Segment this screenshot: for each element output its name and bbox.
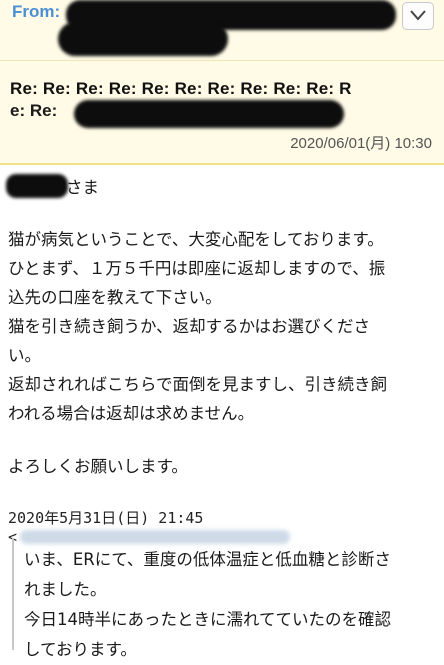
quote-line: 今日14時半にあったときに濡れてていたのを確認 — [24, 610, 392, 629]
message-header: From: Re: Re: Re: Re: Re: Re: Re: Re: Re… — [0, 0, 444, 165]
body-line: 猫が病気ということで、大変心配をしております。 — [8, 230, 384, 249]
quote-date: 2020年5月31日(日) 21:45 — [8, 509, 204, 527]
expand-header-button[interactable] — [402, 2, 434, 30]
message-date: 2020/06/01(月) 10:30 — [290, 135, 432, 152]
body-line: われる場合は返却は求めません。 — [8, 404, 255, 423]
salutation: さま — [66, 178, 99, 197]
redacted-subject — [74, 100, 344, 128]
quote-line: しております。 — [24, 640, 137, 659]
closing-line: よろしくお願いします。 — [8, 457, 188, 476]
redacted-quote-sender — [20, 530, 290, 544]
subject-line-1: Re: Re: Re: Re: Re: Re: Re: Re: Re: Re: … — [10, 79, 352, 98]
body-line: 込先の口座を教えて下さい。 — [8, 288, 222, 307]
subject-line-2: e: Re: — [10, 101, 58, 120]
redacted-recipient — [6, 174, 68, 198]
chevron-down-icon — [410, 10, 426, 21]
body-line: い。 — [8, 346, 41, 365]
quote-line: いま、ERにて、重度の低体温症と低血糖と診断さ — [24, 550, 391, 569]
from-label: From: — [12, 2, 61, 21]
quote-line: れました。 — [24, 580, 107, 599]
redacted-sender-2 — [58, 22, 228, 56]
from-row: From: — [0, 0, 444, 61]
body-line: ひとまず、１万５千円は即座に返却しますので、振 — [8, 259, 386, 278]
quote-bar — [12, 538, 14, 650]
body-line: 猫を引き続き飼うか、返却するかはお選びくださ — [8, 317, 371, 336]
body-line: 返却されればこちらで面倒を見ますし、引き続き飼 — [8, 375, 388, 394]
